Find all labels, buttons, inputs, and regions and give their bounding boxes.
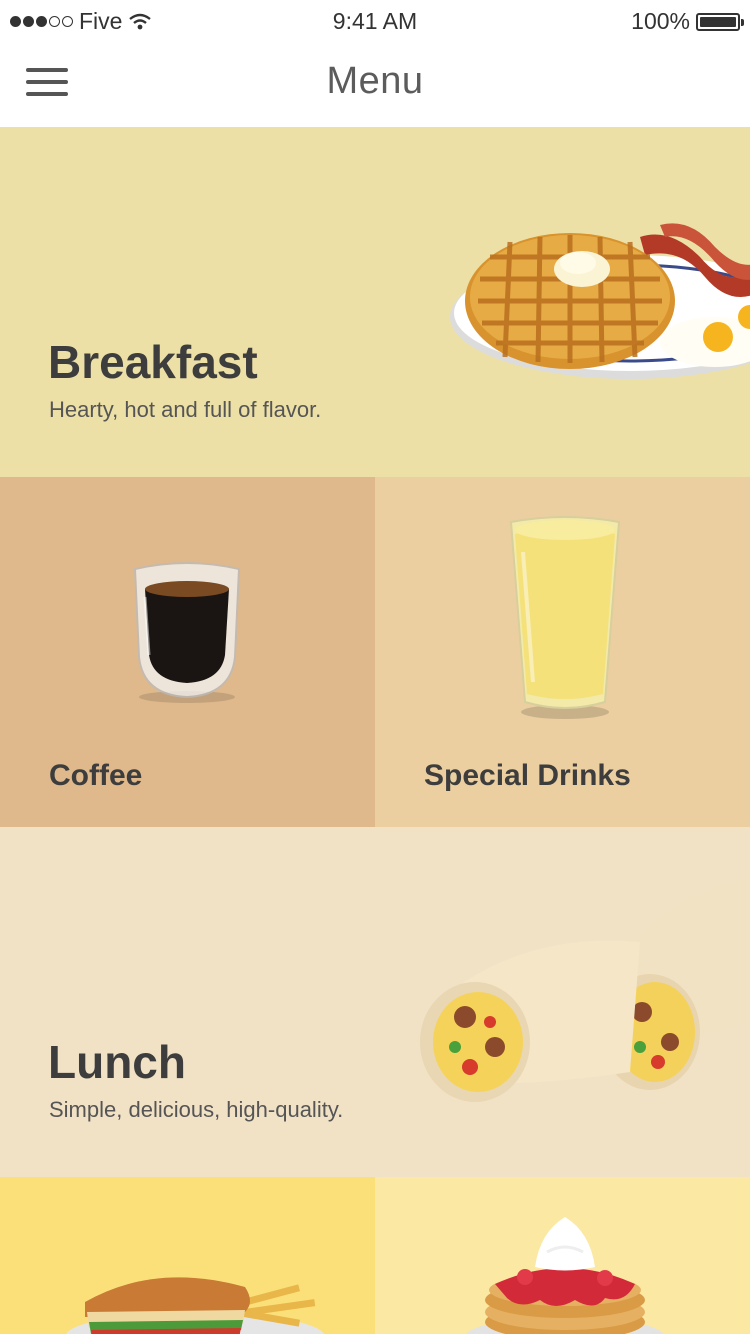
status-bar: Five 9:41 AM 100% bbox=[0, 0, 750, 40]
battery-percent: 100% bbox=[631, 8, 690, 34]
smoothie-glass-image bbox=[509, 516, 621, 719]
special-drinks-title: Special Drinks bbox=[424, 759, 631, 792]
burrito-image bbox=[420, 877, 750, 1102]
espresso-glass-image bbox=[133, 562, 241, 703]
breakfast-tile[interactable]: Breakfast Hearty, hot and full of flavor… bbox=[0, 127, 750, 477]
waffle-plate-image bbox=[450, 223, 750, 379]
breakfast-subtitle: Hearty, hot and full of flavor. bbox=[49, 397, 322, 422]
breakfast-title: Breakfast bbox=[48, 336, 258, 388]
battery-icon bbox=[696, 12, 744, 31]
pancake-tile[interactable] bbox=[375, 1177, 750, 1334]
lunch-tile[interactable]: Lunch Simple, delicious, high-quality. bbox=[0, 827, 750, 1177]
lunch-subtitle: Simple, delicious, high-quality. bbox=[49, 1097, 344, 1122]
nav-bar: Menu bbox=[0, 40, 750, 127]
status-right: 100% bbox=[631, 8, 744, 35]
coffee-tile[interactable]: Coffee bbox=[0, 477, 375, 827]
page-title: Menu bbox=[326, 60, 424, 102]
sandwich-tile[interactable] bbox=[0, 1177, 375, 1334]
coffee-title: Coffee bbox=[49, 759, 143, 792]
pancake-stack-image bbox=[466, 1217, 664, 1334]
sandwich-plate-image bbox=[65, 1277, 325, 1334]
lunch-title: Lunch bbox=[48, 1036, 186, 1088]
special-drinks-tile[interactable]: Special Drinks bbox=[375, 477, 750, 827]
